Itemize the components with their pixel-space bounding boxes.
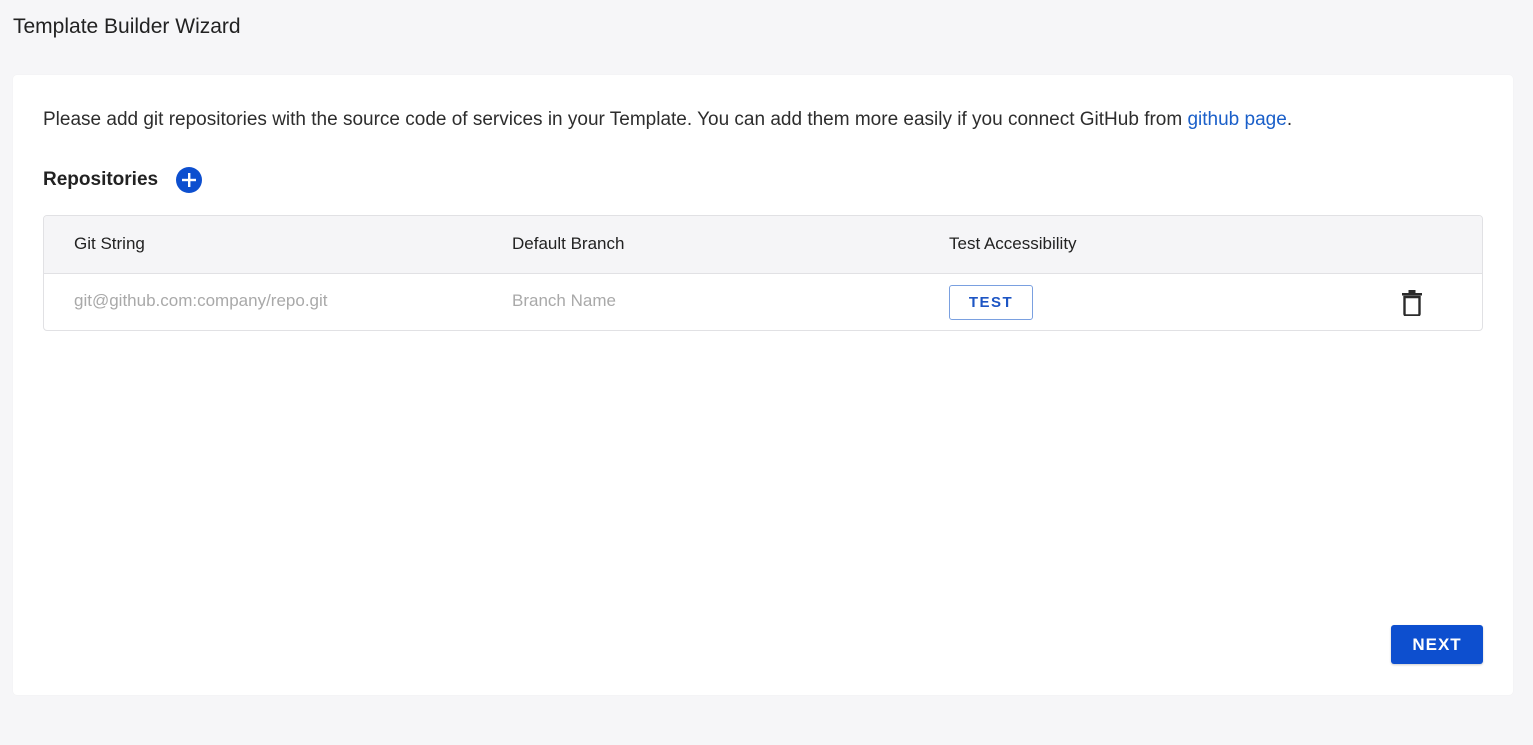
trash-icon <box>1402 290 1422 317</box>
add-repository-button[interactable] <box>176 167 203 193</box>
intro-text: Please add git repositories with the sou… <box>43 108 1292 132</box>
next-button[interactable]: NEXT <box>1391 625 1483 664</box>
delete-repository-button[interactable] <box>1401 290 1423 317</box>
test-button[interactable]: TEST <box>949 285 1033 320</box>
git-string-input[interactable] <box>74 286 474 316</box>
branch-name-input[interactable] <box>512 286 912 316</box>
repositories-header: Repositories <box>43 167 203 193</box>
plus-circle-icon <box>182 173 197 187</box>
wizard-card: Please add git repositories with the sou… <box>13 75 1513 695</box>
intro-body: Please add git repositories with the sou… <box>43 109 1188 130</box>
table-row: TEST <box>44 274 1482 330</box>
page-title: Template Builder Wizard <box>13 15 241 38</box>
repositories-table: Git String Default Branch Test Accessibi… <box>43 215 1483 331</box>
column-default-branch: Default Branch <box>512 234 625 253</box>
intro-suffix: . <box>1286 109 1293 130</box>
github-page-link[interactable]: github page <box>1187 109 1286 130</box>
repositories-label: Repositories <box>43 169 159 190</box>
column-git-string: Git String <box>74 234 145 253</box>
table-header: Git String Default Branch Test Accessibi… <box>44 216 1482 274</box>
column-test-accessibility: Test Accessibility <box>949 234 1077 253</box>
